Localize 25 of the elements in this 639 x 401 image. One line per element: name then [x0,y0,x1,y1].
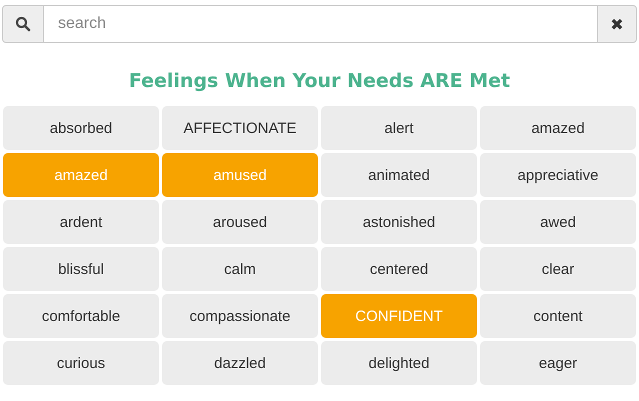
feeling-tile[interactable]: comfortable [3,294,159,338]
feeling-tile[interactable]: ardent [3,200,159,244]
feeling-tile[interactable]: eager [480,341,636,385]
feeling-tile[interactable]: astonished [321,200,477,244]
feeling-tile[interactable]: calm [162,247,318,291]
section-heading: Feelings When Your Needs ARE Met [128,69,512,93]
feeling-tile[interactable]: absorbed [3,106,159,150]
feeling-tile[interactable]: delighted [321,341,477,385]
feeling-tile[interactable]: animated [321,153,477,197]
feeling-tile[interactable]: appreciative [480,153,636,197]
search-icon [2,5,44,43]
feeling-tile[interactable]: alert [321,106,477,150]
feeling-tile[interactable]: amazed [480,106,636,150]
feeling-tile[interactable]: centered [321,247,477,291]
feeling-tile[interactable]: dazzled [162,341,318,385]
feeling-tile[interactable]: AFFECTIONATE [162,106,318,150]
feeling-tile[interactable]: curious [3,341,159,385]
clear-button[interactable]: ✖ [597,5,637,43]
feeling-tile[interactable]: clear [480,247,636,291]
feeling-tile[interactable]: blissful [3,247,159,291]
search-field[interactable]: search [44,5,597,43]
feeling-tile[interactable]: content [480,294,636,338]
feeling-tile[interactable]: awed [480,200,636,244]
feeling-tile[interactable]: compassionate [162,294,318,338]
feeling-tile[interactable]: aroused [162,200,318,244]
